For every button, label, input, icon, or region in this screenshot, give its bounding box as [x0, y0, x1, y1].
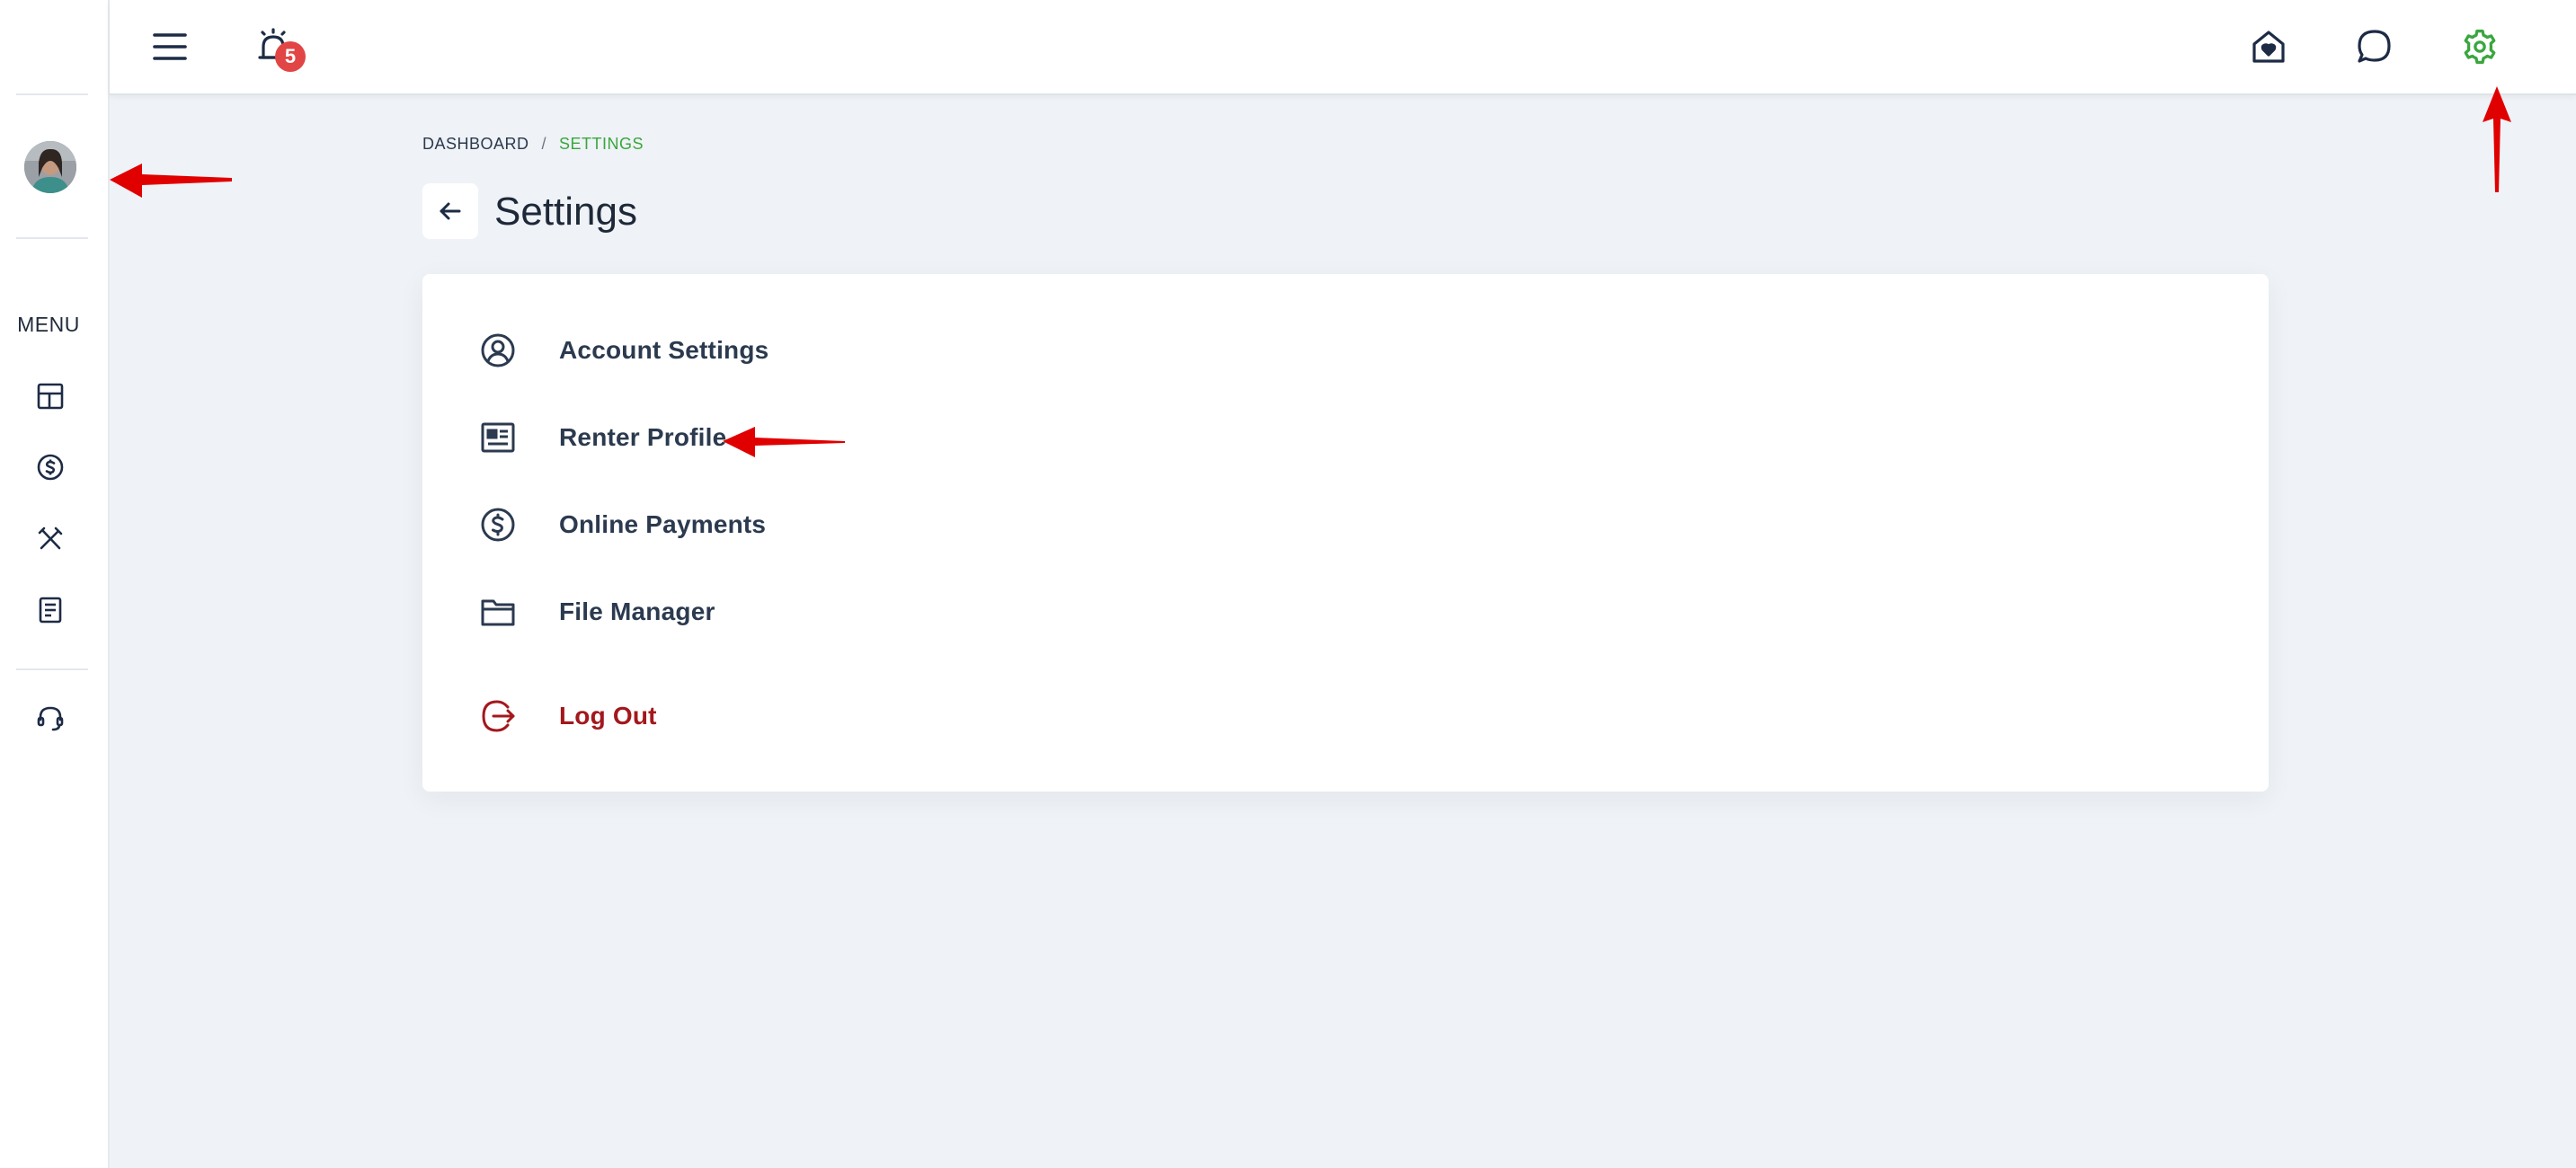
settings-card: Account Settings Renter Profile Online P… — [422, 274, 2269, 792]
sidebar-divider — [16, 237, 88, 239]
notification-count-badge: 5 — [275, 41, 306, 72]
alarm-bell-icon[interactable]: 5 — [250, 22, 306, 72]
account-settings-item[interactable]: Account Settings — [478, 325, 768, 376]
avatar[interactable] — [24, 141, 76, 193]
log-out-label: Log Out — [559, 702, 657, 730]
annotation-arrow-renter-profile — [723, 427, 845, 457]
online-payments-label: Online Payments — [559, 510, 767, 538]
dashboard-nav-icon[interactable] — [32, 378, 68, 414]
breadcrumb-dashboard-link[interactable]: DASHBOARD — [422, 135, 529, 154]
breadcrumb-separator: / — [541, 135, 547, 153]
menu-label: MENU — [17, 313, 80, 336]
folder-icon — [478, 592, 518, 632]
annotation-arrow-avatar — [110, 164, 232, 198]
back-button[interactable] — [422, 183, 478, 239]
sidebar: MENU — [0, 0, 110, 1168]
file-manager-label: File Manager — [559, 597, 715, 625]
renter-profile-item[interactable]: Renter Profile — [478, 412, 726, 463]
support-headset-icon[interactable] — [32, 701, 68, 737]
sidebar-divider — [16, 668, 88, 670]
avatar-photo — [24, 141, 76, 193]
dollar-circle-icon — [478, 505, 518, 544]
chat-bubble-icon[interactable] — [2349, 22, 2400, 72]
home-heart-icon[interactable] — [2243, 22, 2294, 72]
hamburger-menu-icon[interactable] — [145, 22, 195, 72]
file-manager-item[interactable]: File Manager — [478, 587, 715, 637]
account-settings-label: Account Settings — [559, 336, 769, 364]
breadcrumb: DASHBOARD / SETTINGS — [422, 135, 644, 154]
renter-profile-label: Renter Profile — [559, 423, 727, 451]
user-circle-icon — [478, 331, 518, 370]
log-out-item[interactable]: Log Out — [478, 691, 657, 741]
settings-gear-icon[interactable] — [2455, 22, 2505, 72]
maintenance-nav-icon[interactable] — [32, 521, 68, 557]
sidebar-divider — [16, 93, 88, 95]
breadcrumb-current: SETTINGS — [559, 135, 644, 153]
id-card-icon — [478, 418, 518, 457]
payments-nav-icon[interactable] — [32, 449, 68, 485]
arrow-left-icon — [440, 202, 461, 220]
online-payments-item[interactable]: Online Payments — [478, 500, 766, 550]
annotation-arrow-settings-gear — [2483, 86, 2511, 192]
top-bar: 5 — [110, 0, 2576, 95]
page-title: Settings — [494, 190, 637, 234]
documents-nav-icon[interactable] — [32, 592, 68, 628]
logout-icon — [478, 696, 518, 736]
